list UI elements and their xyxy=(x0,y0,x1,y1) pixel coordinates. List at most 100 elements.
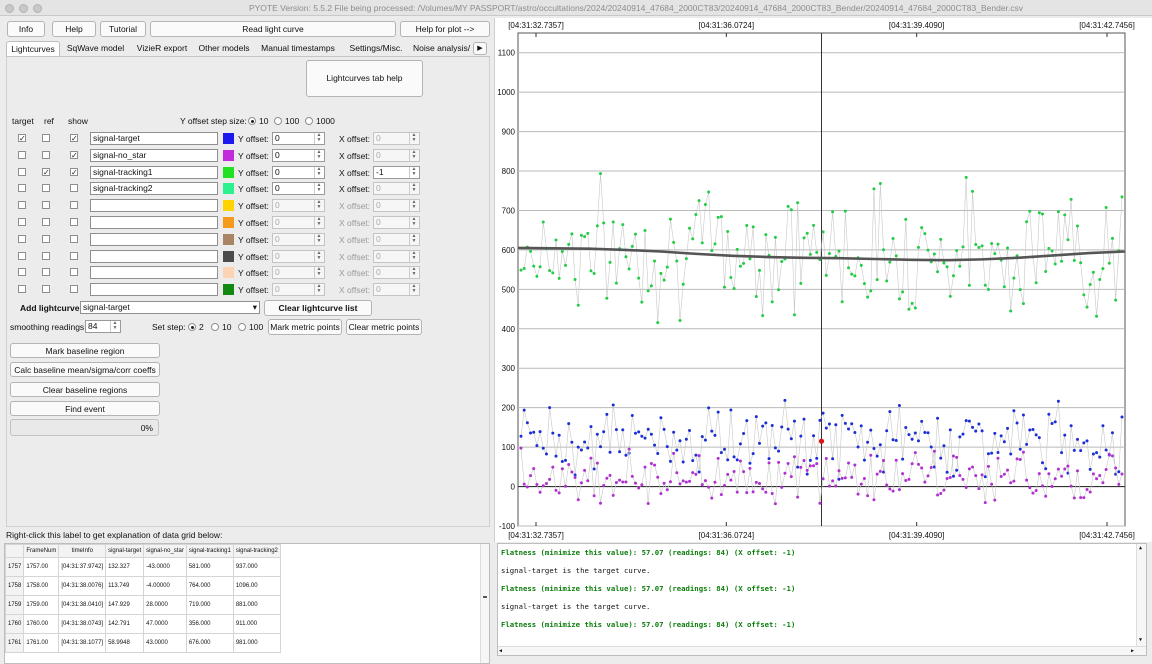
curve-color-swatch[interactable] xyxy=(223,133,234,144)
mark-metric-points-button[interactable]: Mark metric points xyxy=(268,319,342,335)
show-checkbox[interactable]: ✓ xyxy=(70,134,78,143)
table-cell[interactable]: 113.749 xyxy=(105,576,145,596)
row-header[interactable]: 1760 xyxy=(5,614,25,634)
table-cell[interactable]: 142.791 xyxy=(105,614,145,634)
curve-color-swatch[interactable] xyxy=(223,233,234,245)
xoffset-stepper[interactable]: 0 ▲ ▼ xyxy=(373,232,420,246)
ref-checkbox[interactable] xyxy=(42,201,50,210)
ref-checkbox[interactable] xyxy=(42,251,50,260)
show-checkbox[interactable] xyxy=(70,218,78,226)
stepper-arrows-icon[interactable]: ▲ ▼ xyxy=(314,200,323,212)
column-header[interactable]: signal-target xyxy=(105,544,145,558)
table-cell[interactable]: 28.0000 xyxy=(143,595,187,615)
maximize-window-icon[interactable] xyxy=(33,4,42,13)
stepper-arrows-icon[interactable]: ▲ ▼ xyxy=(314,183,323,195)
add-lightcurve-select[interactable]: signal-target ▾ xyxy=(80,301,260,314)
table-row[interactable]: 1757 1757.00 [04:31:37.9742] 132.327 -43.000… xyxy=(5,557,281,577)
curve-name-field[interactable]: signal-target xyxy=(90,132,218,145)
calc-baseline-button[interactable]: Calc baseline mean/sigma/corr coeffs xyxy=(10,362,160,377)
target-checkbox[interactable] xyxy=(18,167,26,176)
stepper-arrows-icon[interactable]: ▲ ▼ xyxy=(409,200,418,212)
clear-baseline-regions-button[interactable]: Clear baseline regions xyxy=(10,382,160,397)
tab-noise-analysis[interactable]: Noise analysis/ xyxy=(413,41,471,56)
info-button[interactable]: Info xyxy=(7,21,45,37)
table-cell[interactable]: [04:31:38.0410] xyxy=(58,595,107,615)
clear-lightcurve-list-button[interactable]: Clear lightcurve list xyxy=(264,300,372,316)
target-checkbox[interactable] xyxy=(18,251,26,260)
help-button[interactable]: Help xyxy=(52,21,96,37)
yoffset-stepper[interactable]: 0 ▲ ▼ xyxy=(272,132,325,145)
curve-color-swatch[interactable] xyxy=(223,166,234,178)
table-cell[interactable]: 719.000 xyxy=(185,595,234,615)
ref-checkbox[interactable] xyxy=(42,285,50,294)
stepper-arrows-icon[interactable]: ▲ ▼ xyxy=(314,284,323,296)
curve-name-field[interactable]: signal-tracking1 xyxy=(90,165,218,179)
column-header[interactable]: signal-no_star xyxy=(143,544,187,558)
light-curve-plot[interactable]: -100 0 100 200 300 400 500 600 700 800 900 1000 1100… xyxy=(495,18,1152,542)
plot-area[interactable]: -100 0 100 200 300 400 500 600 700 800 900 1000 1100… xyxy=(494,18,1152,542)
table-row[interactable]: 1761 1761.00 [04:31:38.1077] 58.9948 43.0000… xyxy=(5,633,281,653)
column-header[interactable]: signal-tracking2 xyxy=(232,544,281,558)
close-window-icon[interactable] xyxy=(5,4,14,13)
ref-checkbox[interactable] xyxy=(42,134,50,142)
target-checkbox[interactable] xyxy=(18,285,26,294)
set-step-2-radio[interactable] xyxy=(188,323,196,331)
column-header[interactable]: signal-tracking1 xyxy=(185,544,234,558)
lightcurves-tab-help-button[interactable]: Lightcurves tab help xyxy=(306,60,423,97)
xoffset-stepper[interactable]: 0 ▲ ▼ xyxy=(373,266,420,280)
curve-name-field[interactable]: signal-tracking2 xyxy=(90,182,218,196)
column-header[interactable]: FrameNum xyxy=(23,544,60,558)
tab-sqwave-model[interactable]: SqWave model xyxy=(62,41,129,56)
target-checkbox[interactable] xyxy=(18,234,26,243)
yoffset-stepper[interactable]: 0 ▲ ▼ xyxy=(272,266,325,280)
target-checkbox[interactable]: ✓ xyxy=(18,134,26,143)
curve-color-swatch[interactable] xyxy=(223,250,234,262)
show-checkbox[interactable] xyxy=(70,201,78,210)
table-cell[interactable]: 1096.00 xyxy=(232,576,281,596)
curve-color-swatch[interactable] xyxy=(223,217,234,228)
scroll-down-icon[interactable]: ▼ xyxy=(1139,637,1142,643)
table-cell[interactable]: 676.000 xyxy=(185,633,234,653)
yoffset-stepper[interactable]: 0 ▲ ▼ xyxy=(272,199,325,213)
yoffset-stepper[interactable]: 0 ▲ ▼ xyxy=(272,148,325,162)
yoffset-stepper[interactable]: 0 ▲ ▼ xyxy=(272,216,325,229)
stepper-arrows-icon[interactable]: ▲ ▼ xyxy=(409,149,418,161)
ref-checkbox[interactable] xyxy=(42,218,50,226)
yoffset-step-10-radio[interactable] xyxy=(248,117,256,125)
xoffset-stepper[interactable]: 0 ▲ ▼ xyxy=(373,182,420,196)
target-checkbox[interactable] xyxy=(18,268,26,277)
xoffset-stepper[interactable]: 0 ▲ ▼ xyxy=(373,148,420,162)
table-cell[interactable]: 764.000 xyxy=(185,576,234,596)
stepper-arrows-icon[interactable]: ▲ ▼ xyxy=(409,183,418,195)
table-cell[interactable]: -4.00000 xyxy=(143,576,187,596)
stepper-arrows-icon[interactable]: ▲ ▼ xyxy=(314,250,323,262)
log-horizontal-scrollbar[interactable]: ◀ ▶ xyxy=(498,646,1146,655)
scroll-up-icon[interactable]: ▲ xyxy=(1139,545,1142,551)
column-header[interactable]: timeInfo xyxy=(58,544,107,558)
show-checkbox[interactable] xyxy=(70,251,78,260)
table-cell[interactable]: 981.000 xyxy=(232,633,281,653)
table-cell[interactable]: [04:31:38.0743] xyxy=(58,614,107,634)
xoffset-stepper[interactable]: 0 ▲ ▼ xyxy=(373,249,420,263)
ref-checkbox[interactable]: ✓ xyxy=(42,167,50,176)
grid-scroll-thumb[interactable] xyxy=(483,596,487,598)
table-cell[interactable]: -43.0000 xyxy=(143,557,187,577)
table-cell[interactable]: 356.000 xyxy=(185,614,234,634)
table-cell[interactable]: 1757.00 xyxy=(23,557,60,577)
data-grid[interactable]: FrameNum timeInfo signal-target signal-no_s… xyxy=(4,543,490,664)
clear-metric-points-button[interactable]: Clear metric points xyxy=(346,319,422,335)
xoffset-stepper[interactable]: 0 ▲ ▼ xyxy=(373,132,420,145)
target-checkbox[interactable] xyxy=(18,184,26,193)
stepper-arrows-icon[interactable]: ▲ ▼ xyxy=(409,267,418,279)
tab-manual-timestamps[interactable]: Manual timestamps xyxy=(257,41,339,56)
yoffset-stepper[interactable]: 0 ▲ ▼ xyxy=(272,283,325,297)
curve-name-field[interactable] xyxy=(90,232,218,246)
ref-checkbox[interactable] xyxy=(42,184,50,193)
table-cell[interactable]: 581.000 xyxy=(185,557,234,577)
show-checkbox[interactable] xyxy=(70,234,78,243)
tab-other-models[interactable]: Other models xyxy=(195,41,253,56)
ref-checkbox[interactable] xyxy=(42,234,50,243)
stepper-arrows-icon[interactable]: ▲ ▼ xyxy=(314,233,323,245)
stepper-arrows-icon[interactable]: ▲ ▼ xyxy=(314,267,323,279)
stepper-arrows-icon[interactable]: ▲ ▼ xyxy=(314,166,323,178)
